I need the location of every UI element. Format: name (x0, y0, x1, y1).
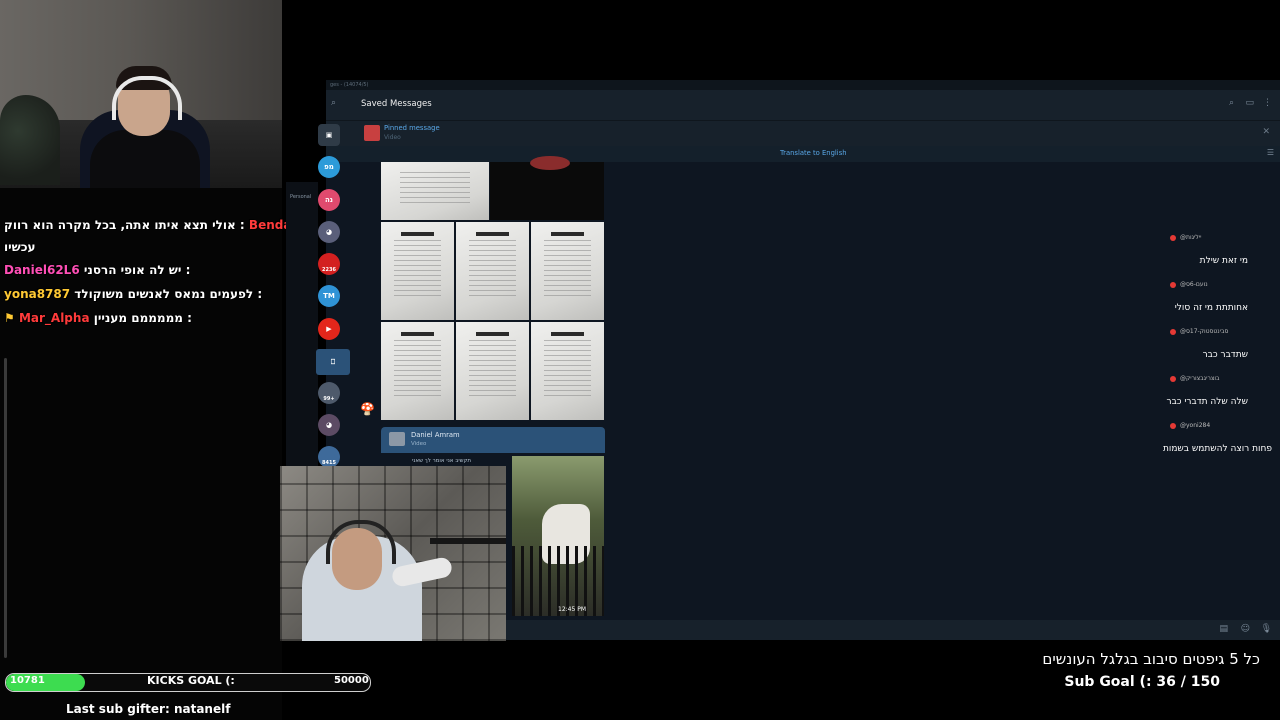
emoji-icon[interactable]: ☺ (1241, 624, 1250, 634)
live-dot-icon (1170, 234, 1176, 241)
goal-current: 10781 (10, 675, 45, 686)
chat-avatar[interactable]: 8415 (318, 446, 340, 468)
window-titlebar: ges - (14074/5) (326, 80, 1280, 90)
youtube-icon[interactable]: ▶ (318, 318, 340, 340)
forward-type: Video (411, 441, 427, 447)
goal-label: KICKS GOAL (: (147, 674, 235, 687)
live-dot-icon (1170, 422, 1176, 429)
big-chat-row: yona8787 לפעמים נמאס לאנשים משוקולד : (4, 287, 262, 301)
chat-message: מממממם מעניין : (93, 311, 192, 325)
overlay-chat-message: מי זאת שילת (1199, 256, 1248, 266)
overlay-chat-message: פחות רוצה להשתמש בשמות (1162, 444, 1272, 454)
translate-bar[interactable]: Translate to English ☰ (326, 146, 1280, 162)
pinned-title: Pinned message (384, 124, 440, 132)
folder-label[interactable]: Personal (290, 194, 311, 200)
overlay-chat-message: שתדבר כבר (1202, 350, 1248, 360)
overlay-chat-user: @yoni284 (1170, 422, 1210, 429)
overlay-chat-message: שלה שלה תדברי כבר (1166, 397, 1249, 407)
overlay-chat-user: @בוצריגבצוריק (1170, 375, 1220, 382)
more-menu-icon[interactable]: ⋮ (1263, 98, 1272, 108)
unread-badge: 2236 (322, 267, 336, 273)
overlay-chat-message: אחותתת מי זה סולי (1174, 303, 1248, 313)
chat-avatar[interactable]: 99+ (318, 382, 340, 404)
sender-avatar-icon: 🍄 (360, 402, 375, 416)
document-photo[interactable] (381, 162, 489, 220)
overlay-chat-user: @סבינטסטוק-17ס (1170, 328, 1228, 335)
chat-header: ⌕ Saved Messages ⌕ ▭ ⋮ (326, 90, 1280, 120)
video-thumbnail[interactable] (512, 456, 604, 616)
pinned-thumbnail (364, 125, 380, 141)
pinned-message-bar[interactable]: Pinned message Video ✕ (326, 120, 1280, 147)
calendar-icon[interactable]: ▤ (1219, 624, 1228, 634)
chat-username: @ייליגות (1180, 234, 1202, 241)
forwarded-message[interactable]: Daniel Amram Video (381, 427, 605, 453)
streamer-webcam (0, 0, 282, 188)
document-photo[interactable] (531, 222, 604, 320)
big-chat-row: ⚑ Mar_Alpha מממממם מעניין : (4, 311, 192, 325)
big-chat-row: עכשיו (4, 240, 36, 254)
big-chat-row: Daniel62L6 יש לה אופי הרסני : (4, 263, 190, 277)
folders-sidebar: Personal (286, 182, 318, 472)
chat-username: @בוצריגבצוריק (1180, 375, 1220, 382)
sidebar-toggle-icon[interactable]: ▭ (1245, 98, 1254, 108)
chat-username: Mar_Alpha (18, 311, 90, 325)
sub-goal-counter: Sub Goal (: 36 / 150 (1064, 674, 1220, 690)
chat-avatar[interactable]: מפ (318, 156, 340, 178)
chat-avatar[interactable]: 2236 (318, 253, 340, 275)
badge-icon: ⚑ (4, 311, 15, 325)
chat-message: יש לה אופי הרסני : (83, 263, 191, 277)
forward-thumbnail (389, 432, 405, 446)
chat-username: @yoni284 (1180, 422, 1211, 429)
message-time: 12:45 PM (558, 606, 586, 613)
saved-messages-icon[interactable]: ⎕ (316, 349, 350, 375)
chat-avatar[interactable]: ◕ (318, 221, 340, 243)
live-dot-icon (1170, 281, 1176, 288)
document-photo[interactable] (531, 322, 604, 420)
live-dot-icon (1170, 328, 1176, 335)
big-chat-row: אולי תצא איתו אתה, בכל מקרה הוא רווק : B… (4, 218, 314, 232)
last-sub-gifter: Last sub gifter: natanelf (66, 702, 231, 716)
microphone-icon[interactable]: 🎙 (1261, 624, 1272, 634)
document-photo[interactable] (381, 222, 454, 320)
settings-icon[interactable]: ☰ (1267, 148, 1274, 157)
chat-avatar[interactable]: TM (318, 285, 340, 307)
translate-link[interactable]: Translate to English (780, 149, 847, 157)
camera-icon[interactable]: ▣ (318, 124, 340, 146)
close-icon[interactable]: ✕ (1262, 127, 1270, 137)
live-dot-icon (1170, 375, 1176, 382)
pinned-subtitle: Video (384, 134, 401, 141)
video-caption: תקשיב אני אומר לך שאני (382, 456, 510, 466)
sub-goal-rule: כל 5 גיפטים סיבוב בגלגל העונשים (1042, 650, 1260, 668)
chat-username: @סבינטסטוק-17ס (1180, 328, 1229, 335)
chat-message: אולי תצא איתו אתה, בכל מקרה הוא רווק : (4, 218, 245, 232)
chat-message: לפעמים נמאס לאנשים משוקולד : (74, 287, 263, 301)
document-photo[interactable] (456, 322, 529, 420)
chat-avatar[interactable]: נה (318, 189, 340, 211)
search-icon[interactable]: ⌕ (1229, 98, 1234, 108)
guest-webcam (280, 466, 506, 641)
chat-avatar[interactable]: ◕ (318, 414, 340, 436)
chat-title: Saved Messages (361, 99, 432, 109)
chat-username: yona8787 (4, 287, 71, 301)
goal-target: 50000 (334, 675, 369, 686)
overlay-chat-user: @נועם-6ס (1170, 281, 1208, 288)
forward-sender[interactable]: Daniel Amram (411, 431, 460, 439)
avatar-initials: TM (323, 292, 335, 300)
unread-badge: 99+ (323, 396, 335, 402)
chat-message: עכשיו (4, 240, 36, 254)
search-icon[interactable]: ⌕ (331, 98, 336, 108)
photo-dark[interactable] (490, 156, 604, 220)
document-photo[interactable] (381, 322, 454, 420)
headphones-icon (112, 76, 182, 120)
document-photo[interactable] (456, 222, 529, 320)
chat-username: Daniel62L6 (4, 263, 80, 277)
chat-scrollbar[interactable] (4, 358, 7, 658)
overlay-chat-user: @ייליגות (1170, 234, 1202, 241)
chat-username: @נועם-6ס (1180, 281, 1208, 288)
